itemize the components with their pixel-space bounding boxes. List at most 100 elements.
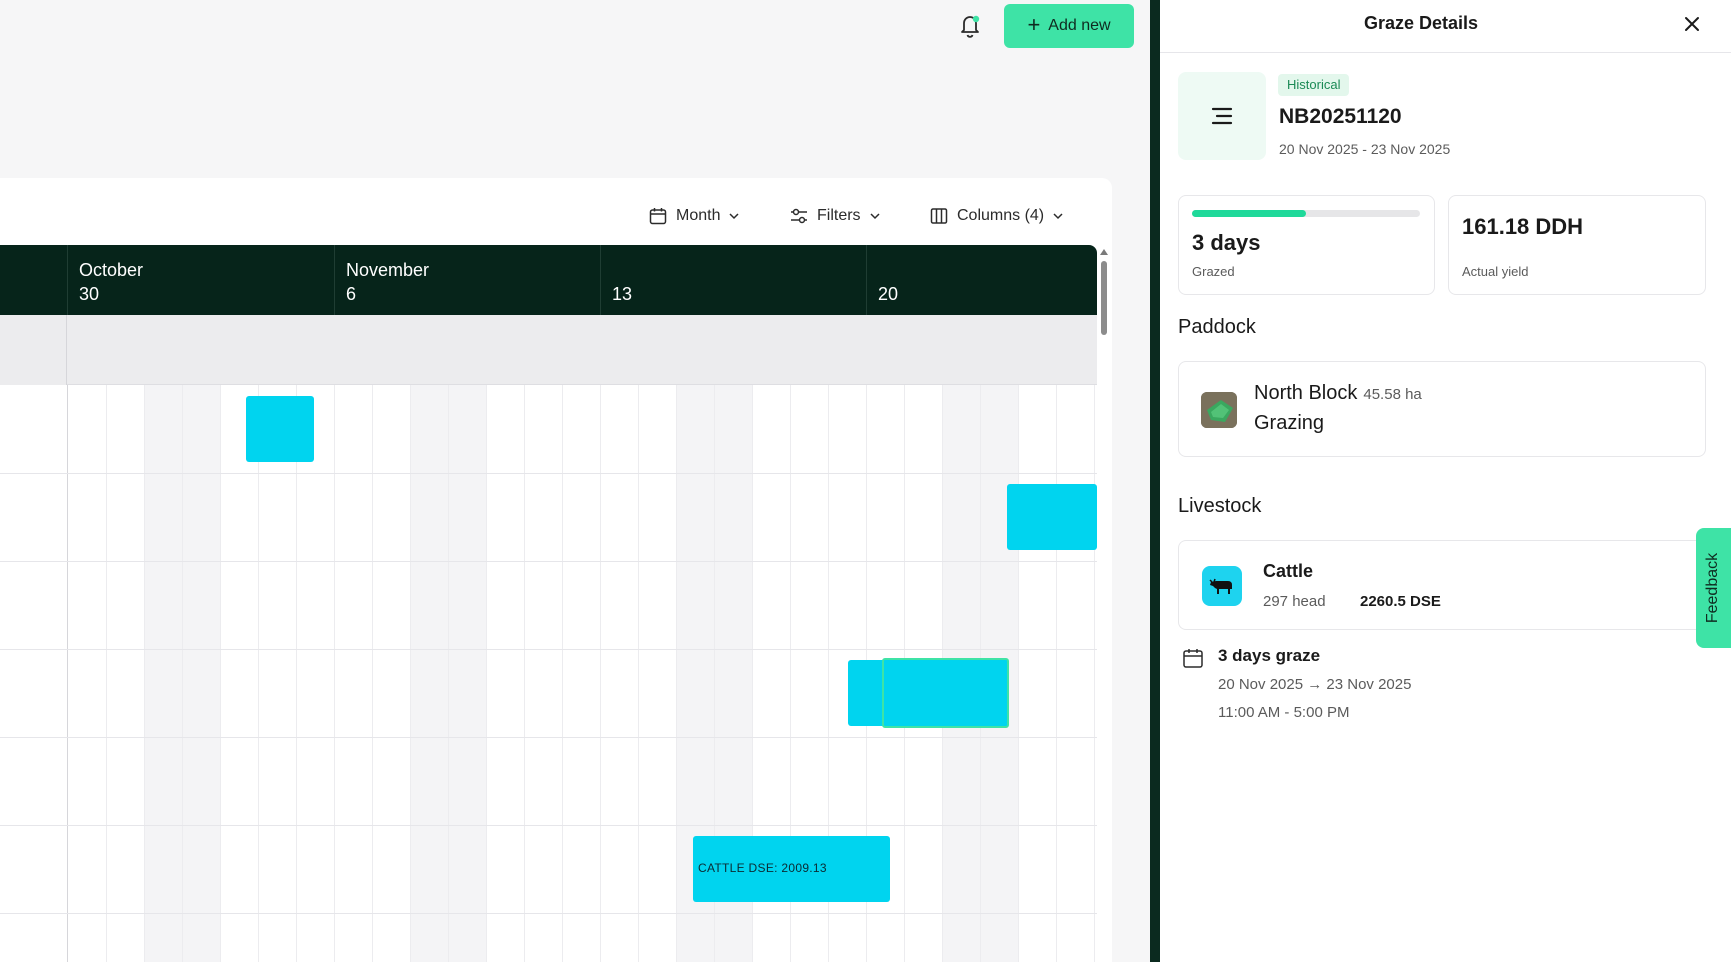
- columns-label: Columns (4): [957, 207, 1045, 224]
- graze-date-range: 20 Nov 2025 - 23 Nov 2025: [1279, 141, 1451, 157]
- grazed-label: Grazed: [1192, 264, 1235, 279]
- grid-line: [410, 385, 411, 962]
- paddock-name-line: North Block 45.58 ha: [1254, 382, 1422, 405]
- notifications-bell-icon[interactable]: [955, 10, 985, 40]
- grid-line: [600, 385, 601, 962]
- grid-line: [334, 385, 335, 962]
- status-badge: Historical: [1278, 74, 1350, 96]
- grid-line: [1094, 385, 1095, 962]
- grazed-progress-fill: [1192, 210, 1306, 217]
- column-month: [612, 258, 866, 282]
- timeline-column-nov-6: November 6: [334, 245, 600, 315]
- column-month: November: [346, 260, 430, 280]
- filters-dropdown[interactable]: Filters: [789, 205, 881, 227]
- row-gutter: [0, 315, 67, 385]
- timeline-grid: CATTLE DSE: 2009.13: [0, 385, 1097, 962]
- row-divider: [0, 913, 1097, 914]
- graze-schedule-dates: 20 Nov 2025 → 23 Nov 2025: [1218, 676, 1412, 693]
- grid-line: [524, 385, 525, 962]
- livestock-dse: 2260.5 DSE: [1360, 593, 1441, 610]
- column-month: October: [79, 260, 144, 280]
- grid-line: [258, 385, 259, 962]
- row-divider: [0, 737, 1097, 738]
- graze-schedule-times: 11:00 AM - 5:00 PM: [1218, 704, 1350, 721]
- grazed-progress-bar: [1192, 210, 1420, 217]
- column-day: 30: [79, 284, 100, 304]
- graze-list-icon: [1178, 72, 1266, 160]
- add-new-label: Add new: [1048, 17, 1111, 34]
- view-month-dropdown[interactable]: Month: [648, 205, 740, 227]
- timeline-summary-row: [0, 315, 1097, 385]
- panel-header: Graze Details: [1160, 0, 1731, 53]
- paddock-name: North Block: [1254, 382, 1358, 404]
- scrollbar-thumb[interactable]: [1101, 261, 1107, 335]
- grazed-value: 3 days: [1192, 230, 1261, 255]
- paddock-card[interactable]: North Block 45.58 ha Grazing: [1178, 361, 1706, 457]
- yield-value: 161.18 DDH: [1462, 214, 1584, 239]
- grid-line: [182, 385, 183, 962]
- grid-line: [562, 385, 563, 962]
- graze-bar[interactable]: [246, 396, 314, 462]
- add-new-button[interactable]: + Add new: [1004, 4, 1134, 48]
- gutter-divider: [67, 385, 68, 962]
- close-icon[interactable]: [1680, 12, 1704, 36]
- grid-line: [676, 385, 677, 962]
- paddock-section-title: Paddock: [1178, 316, 1256, 338]
- row-divider: [0, 649, 1097, 650]
- timeline-header: October 30 November 6 13 20: [0, 245, 1097, 315]
- graze-bar-selected[interactable]: [882, 658, 1009, 728]
- timeline-scrollbar[interactable]: [1098, 245, 1110, 962]
- grid-line: [1056, 385, 1057, 962]
- plus-icon: +: [1027, 12, 1041, 37]
- livestock-head-count: 297 head: [1263, 593, 1326, 610]
- row-divider: [0, 561, 1097, 562]
- grid-line: [220, 385, 221, 962]
- grid-line: [448, 385, 449, 962]
- cattle-icon: [1202, 566, 1242, 606]
- feedback-label: Feedback: [1704, 552, 1722, 624]
- scroll-up-arrow-icon[interactable]: [1100, 249, 1108, 255]
- column-day: 20: [878, 284, 899, 304]
- chevron-down-icon: [729, 213, 739, 220]
- graze-duration: 3 days graze: [1218, 646, 1321, 665]
- graze-bar-cattle[interactable]: CATTLE DSE: 2009.13: [693, 836, 890, 902]
- livestock-card[interactable]: Cattle 297 head 2260.5 DSE: [1178, 540, 1718, 630]
- grid-line: [486, 385, 487, 962]
- paddock-map-thumbnail: [1201, 392, 1237, 428]
- view-month-label: Month: [676, 207, 721, 224]
- grid-line: [296, 385, 297, 962]
- panel-divider: [1150, 0, 1160, 962]
- graze-id: NB20251120: [1279, 105, 1402, 128]
- grid-line: [372, 385, 373, 962]
- paddock-status: Grazing: [1254, 412, 1325, 434]
- yield-stat-card: 161.18 DDH Actual yield: [1448, 195, 1706, 295]
- livestock-section-title: Livestock: [1178, 495, 1262, 517]
- row-divider: [0, 825, 1097, 826]
- timeline-column-oct-30: October 30: [67, 245, 334, 315]
- feedback-tab[interactable]: Feedback: [1696, 528, 1731, 648]
- graze-details-panel: Graze Details Historical NB20251120 20 N…: [1160, 0, 1731, 962]
- chevron-down-icon: [1053, 213, 1063, 220]
- columns-icon: [930, 208, 948, 224]
- paddock-area: 45.58 ha: [1363, 386, 1422, 403]
- panel-title: Graze Details: [1363, 13, 1479, 33]
- calendar-icon: [649, 208, 667, 225]
- chevron-down-icon: [870, 213, 880, 220]
- graze-bar[interactable]: [1007, 484, 1097, 550]
- grid-line: [638, 385, 639, 962]
- filters-label: Filters: [817, 207, 861, 224]
- livestock-name: Cattle: [1263, 561, 1314, 581]
- grazed-stat-card: 3 days Grazed: [1178, 195, 1435, 295]
- calendar-icon: [1182, 647, 1204, 669]
- sliders-icon: [791, 208, 807, 224]
- grid-line: [1018, 385, 1019, 962]
- timeline-column-13: 13: [600, 245, 866, 315]
- grid-line: [144, 385, 145, 962]
- grid-line: [106, 385, 107, 962]
- row-divider: [0, 473, 1097, 474]
- yield-label: Actual yield: [1462, 264, 1529, 279]
- column-day: 13: [612, 284, 633, 304]
- graze-bar-label: CATTLE DSE: 2009.13: [698, 861, 827, 875]
- column-month: [878, 258, 1097, 282]
- columns-dropdown[interactable]: Columns (4): [929, 205, 1064, 227]
